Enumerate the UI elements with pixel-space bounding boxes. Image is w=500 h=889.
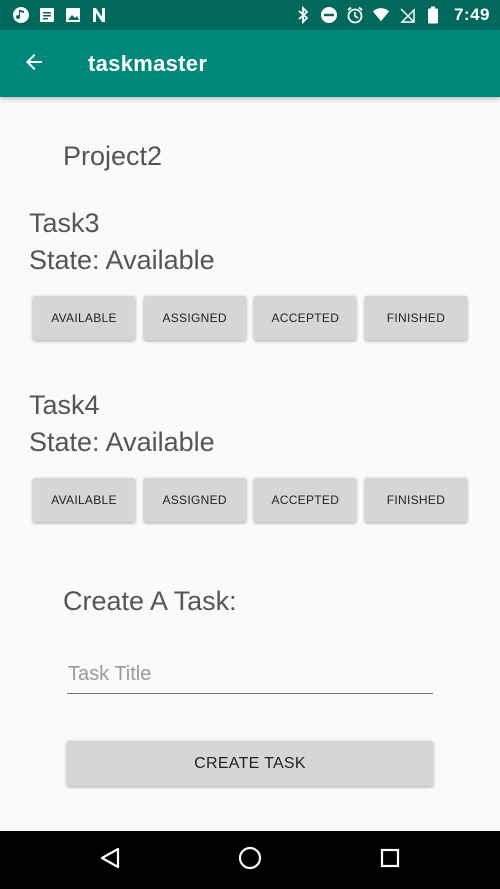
assigned-button[interactable]: ASSIGNED (143, 296, 246, 340)
nav-recents-button[interactable] (375, 845, 405, 875)
task-title: Task3 (29, 208, 100, 238)
nav-back-button[interactable] (95, 845, 125, 875)
task-state-buttons: AVAILABLE ASSIGNED ACCEPTED FINISHED (33, 478, 467, 523)
status-bar: 7:49 (0, 0, 500, 30)
n-logo-icon (90, 6, 108, 24)
available-button[interactable]: AVAILABLE (33, 478, 135, 522)
assigned-button[interactable]: ASSIGNED (143, 478, 246, 522)
back-button[interactable] (18, 48, 50, 80)
bluetooth-icon (294, 6, 312, 24)
task-state-buttons: AVAILABLE ASSIGNED ACCEPTED FINISHED (33, 296, 467, 341)
task-state: State: Available (29, 427, 215, 457)
music-note-icon (12, 6, 30, 24)
wifi-icon (372, 6, 390, 24)
app-bar: taskmaster (0, 30, 500, 97)
no-sim-icon (398, 6, 416, 24)
alarm-icon (346, 6, 364, 24)
accepted-button[interactable]: ACCEPTED (254, 296, 357, 340)
back-triangle-icon (99, 847, 121, 874)
home-circle-icon (238, 846, 262, 875)
task-state: State: Available (29, 245, 215, 275)
recents-square-icon (380, 848, 400, 873)
do-not-disturb-icon (320, 6, 338, 24)
task-title-input[interactable] (67, 660, 433, 694)
accepted-button[interactable]: ACCEPTED (254, 478, 357, 522)
arrow-back-icon (22, 50, 46, 79)
create-task-heading: Create A Task: (63, 586, 237, 616)
battery-icon (424, 6, 442, 24)
nav-home-button[interactable] (235, 845, 265, 875)
create-task-button[interactable]: CREATE TASK (67, 741, 433, 786)
app-title: taskmaster (88, 51, 208, 76)
image-icon (64, 6, 82, 24)
finished-button[interactable]: FINISHED (364, 478, 467, 522)
available-button[interactable]: AVAILABLE (33, 296, 135, 340)
finished-button[interactable]: FINISHED (364, 296, 467, 340)
navigation-bar (0, 831, 500, 889)
project-name: Project2 (63, 141, 163, 171)
status-time: 7:49 (453, 5, 490, 24)
message-icon (38, 6, 56, 24)
task-title: Task4 (29, 390, 100, 420)
